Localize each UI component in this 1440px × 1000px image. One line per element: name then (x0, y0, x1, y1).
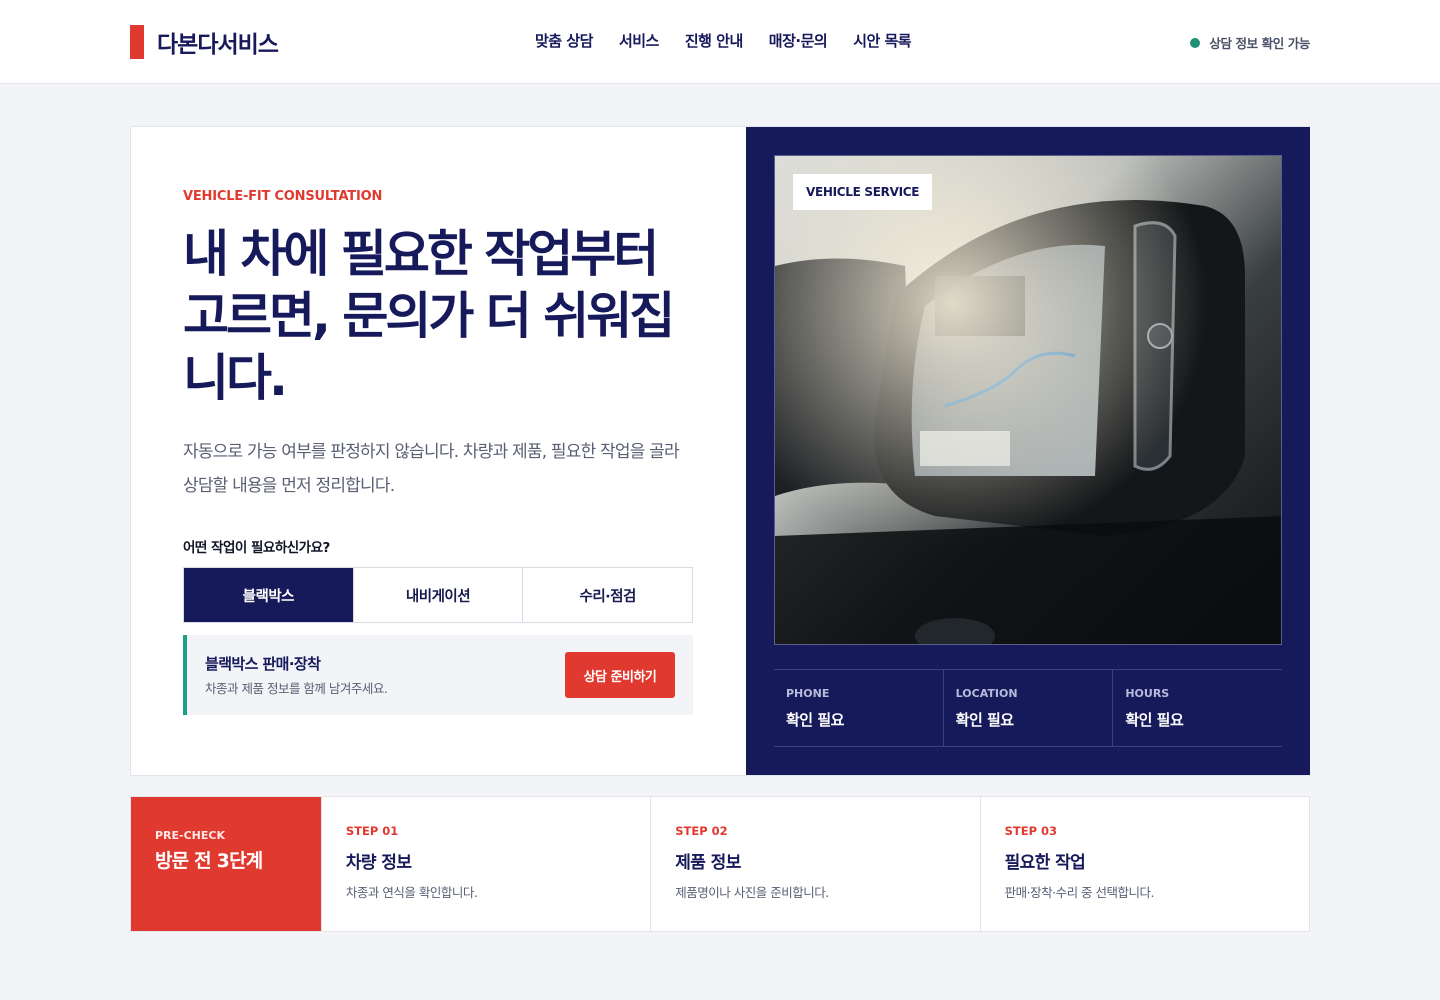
step-product-info: STEP 02 제품 정보 제품명이나 사진을 준비합니다. (650, 797, 979, 931)
brand-logo[interactable]: 다본다서비스 (130, 25, 279, 59)
step-description: 제품명이나 사진을 준비합니다. (675, 885, 829, 900)
step-title: 제품 정보 (675, 853, 741, 873)
info-phone: PHONE 확인 필요 (774, 670, 944, 746)
site-header: 다본다서비스 맞춤 상담 서비스 진행 안내 매장·문의 시안 목록 상담 정보… (0, 0, 1440, 84)
selected-service-subtitle: 차종과 제품 정보를 함께 남겨주세요. (205, 681, 388, 696)
work-tabs: 블랙박스 내비게이션 수리·점검 (183, 567, 693, 623)
tab-repair[interactable]: 수리·점검 (523, 568, 693, 622)
brand-name: 다본다서비스 (157, 32, 279, 58)
nav-item-store-contact[interactable]: 매장·문의 (769, 30, 828, 51)
info-location: LOCATION 확인 필요 (944, 670, 1114, 746)
step-required-work: STEP 03 필요한 작업 판매·장착·수리 중 선택합니다. (979, 797, 1309, 931)
status-dot-icon (1190, 37, 1201, 48)
hero-eyebrow: VEHICLE-FIT CONSULTATION (183, 189, 383, 204)
step-number: STEP 03 (1004, 824, 1058, 838)
status-text: 상담 정보 확인 가능 (1209, 36, 1310, 51)
info-phone-value: 확인 필요 (786, 711, 844, 729)
info-hours: HOURS 확인 필요 (1113, 670, 1282, 746)
tab-navigation[interactable]: 내비게이션 (353, 568, 524, 622)
nav-item-drafts[interactable]: 시안 목록 (853, 30, 911, 51)
hero-content: VEHICLE-FIT CONSULTATION 내 차에 필요한 작업부터 고… (131, 127, 746, 775)
step-number: STEP 02 (675, 824, 728, 838)
nav-item-process[interactable]: 진행 안내 (685, 30, 743, 51)
prepare-consultation-button[interactable]: 상담 준비하기 (565, 652, 675, 698)
selected-service-title: 블랙박스 판매·장착 (205, 655, 321, 673)
step-title: 차량 정보 (345, 853, 412, 873)
status-indicator: 상담 정보 확인 가능 (1190, 33, 1310, 52)
logo-mark-icon (130, 25, 144, 59)
hero-title: 내 차에 필요한 작업부터 고르면, 문의가 더 쉬워집니다. (183, 225, 675, 407)
info-hours-value: 확인 필요 (1125, 711, 1184, 729)
info-hours-label: HOURS (1125, 687, 1170, 700)
car-dashboard-illustration (775, 156, 1281, 644)
nav-item-consult[interactable]: 맞춤 상담 (535, 30, 593, 51)
main-nav: 맞춤 상담 서비스 진행 안내 매장·문의 시안 목록 (535, 30, 937, 51)
step-vehicle-info: STEP 01 차량 정보 차종과 연식을 확인합니다. (320, 797, 650, 931)
work-question: 어떤 작업이 필요하신가요? (183, 540, 330, 556)
selected-service-panel: 블랙박스 판매·장착 차종과 제품 정보를 함께 남겨주세요. 상담 준비하기 (183, 635, 693, 715)
info-location-value: 확인 필요 (955, 711, 1014, 729)
nav-item-services[interactable]: 서비스 (619, 30, 659, 51)
precheck-eyebrow: PRE-CHECK (155, 829, 226, 842)
precheck-header: PRE-CHECK 방문 전 3단계 (131, 797, 321, 931)
tab-blackbox[interactable]: 블랙박스 (184, 568, 354, 622)
step-description: 차종과 연식을 확인합니다. (345, 885, 478, 900)
hero-card: VEHICLE-FIT CONSULTATION 내 차에 필요한 작업부터 고… (130, 126, 1310, 776)
vehicle-photo: VEHICLE SERVICE (774, 155, 1282, 645)
step-description: 판매·장착·수리 중 선택합니다. (1004, 885, 1155, 900)
info-phone-label: PHONE (786, 687, 830, 700)
photo-badge: VEHICLE SERVICE (793, 174, 933, 210)
precheck-steps: PRE-CHECK 방문 전 3단계 STEP 01 차량 정보 차종과 연식을… (130, 796, 1310, 932)
service-panel: VEHICLE SERVICE PHONE 확인 필요 LOCATION 확인 … (746, 127, 1310, 775)
step-number: STEP 01 (345, 824, 399, 838)
precheck-title: 방문 전 3단계 (155, 850, 263, 872)
contact-info-row: PHONE 확인 필요 LOCATION 확인 필요 HOURS 확인 필요 (774, 669, 1282, 747)
info-location-label: LOCATION (955, 687, 1018, 700)
hero-description: 자동으로 가능 여부를 판정하지 않습니다. 차량과 제품, 필요한 작업을 골… (183, 442, 680, 496)
step-title: 필요한 작업 (1004, 853, 1086, 873)
